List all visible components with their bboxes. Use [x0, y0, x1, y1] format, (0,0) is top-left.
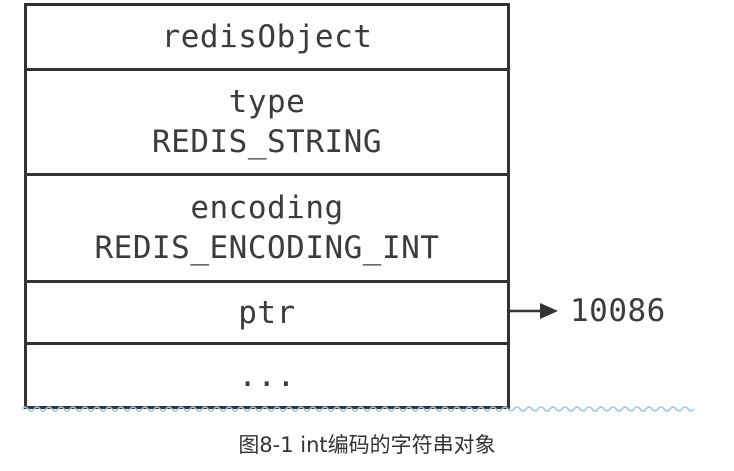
- encoding-field-row: encoding REDIS_ENCODING_INT: [27, 173, 507, 280]
- encoding-field-name: encoding: [190, 190, 344, 226]
- struct-name: redisObject: [161, 19, 373, 55]
- ellipsis-row: ...: [27, 342, 507, 406]
- figure-caption: 图8-1 int编码的字符串对象: [238, 433, 496, 457]
- ptr-field-name: ptr: [238, 294, 296, 331]
- redis-object-struct: redisObject type REDIS_STRING encoding R…: [24, 3, 510, 409]
- struct-name-row: redisObject: [27, 6, 507, 68]
- type-field-value: REDIS_STRING: [152, 124, 382, 160]
- type-field-row: type REDIS_STRING: [27, 68, 507, 173]
- ptr-target-value: 10086: [570, 293, 666, 329]
- ptr-field-row: ptr: [27, 280, 507, 342]
- ellipsis-text: ...: [238, 357, 296, 394]
- wavy-underline: [22, 406, 694, 412]
- ptr-arrow-icon: [510, 303, 558, 319]
- encoding-field-value: REDIS_ENCODING_INT: [94, 230, 440, 266]
- type-field-name: type: [228, 84, 306, 120]
